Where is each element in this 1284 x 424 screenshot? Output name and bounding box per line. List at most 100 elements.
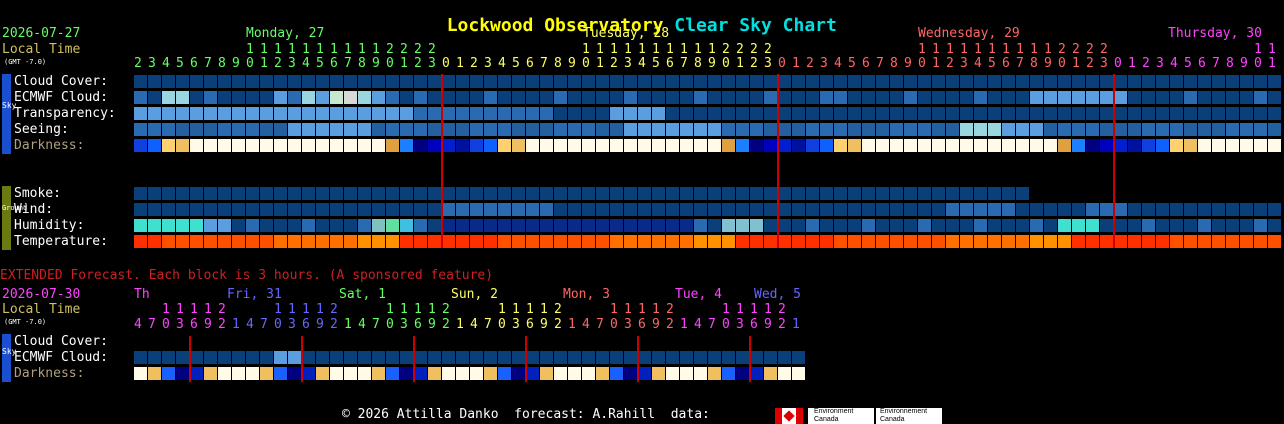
temperature-cell[interactable] <box>862 235 875 248</box>
darkness-cell[interactable] <box>1002 139 1015 152</box>
temperature-cell[interactable] <box>736 235 749 248</box>
temperature-cell[interactable] <box>1198 235 1211 248</box>
darkness-cell[interactable] <box>904 139 917 152</box>
ext-darkness-cell[interactable] <box>400 367 413 380</box>
cloud-cover-cell[interactable] <box>750 75 763 88</box>
seeing-cell[interactable] <box>778 123 791 136</box>
temperature-cell[interactable] <box>302 235 315 248</box>
seeing-cell[interactable] <box>260 123 273 136</box>
darkness-cell[interactable] <box>890 139 903 152</box>
smoke-cell[interactable] <box>358 187 371 200</box>
transparency-cell[interactable] <box>526 107 539 120</box>
humidity-cell[interactable] <box>806 219 819 232</box>
humidity-cell[interactable] <box>792 219 805 232</box>
seeing-cell[interactable] <box>218 123 231 136</box>
wind-cell[interactable] <box>596 203 609 216</box>
transparency-cell[interactable] <box>918 107 931 120</box>
ecmwf-cloud-cell[interactable] <box>358 91 371 104</box>
wind-cell[interactable] <box>190 203 203 216</box>
temperature-cell[interactable] <box>568 235 581 248</box>
smoke-cell[interactable] <box>596 187 609 200</box>
temperature-cell[interactable] <box>1254 235 1267 248</box>
darkness-cell[interactable] <box>330 139 343 152</box>
temperature-cell[interactable] <box>148 235 161 248</box>
cloud-cover-cell[interactable] <box>708 75 721 88</box>
temperature-cell[interactable] <box>624 235 637 248</box>
ecmwf-cloud-cell[interactable] <box>470 91 483 104</box>
darkness-cell[interactable] <box>232 139 245 152</box>
ext-ecmwf-cloud-cell[interactable] <box>316 351 329 364</box>
ecmwf-cloud-cell[interactable] <box>666 91 679 104</box>
wind-cell[interactable] <box>288 203 301 216</box>
cloud-cover-cell[interactable] <box>1002 75 1015 88</box>
darkness-cell[interactable] <box>260 139 273 152</box>
humidity-cell[interactable] <box>1184 219 1197 232</box>
smoke-cell[interactable] <box>806 187 819 200</box>
ext-ecmwf-cloud-cell[interactable] <box>400 351 413 364</box>
ext-ecmwf-cloud-cell[interactable] <box>442 351 455 364</box>
ecmwf-cloud-cell[interactable] <box>834 91 847 104</box>
temperature-cell[interactable] <box>974 235 987 248</box>
cloud-cover-cell[interactable] <box>890 75 903 88</box>
ext-ecmwf-cloud-cell[interactable] <box>134 351 147 364</box>
ecmwf-cloud-cell[interactable] <box>806 91 819 104</box>
transparency-cell[interactable] <box>218 107 231 120</box>
darkness-cell[interactable] <box>666 139 679 152</box>
cloud-cover-cell[interactable] <box>1030 75 1043 88</box>
ext-ecmwf-cloud-cell[interactable] <box>246 351 259 364</box>
transparency-cell[interactable] <box>1114 107 1127 120</box>
temperature-cell[interactable] <box>834 235 847 248</box>
darkness-cell[interactable] <box>316 139 329 152</box>
temperature-cell[interactable] <box>1142 235 1155 248</box>
wind-cell[interactable] <box>428 203 441 216</box>
temperature-cell[interactable] <box>246 235 259 248</box>
wind-cell[interactable] <box>694 203 707 216</box>
wind-cell[interactable] <box>1226 203 1239 216</box>
ext-darkness-cell[interactable] <box>456 367 469 380</box>
smoke-cell[interactable] <box>526 187 539 200</box>
seeing-cell[interactable] <box>960 123 973 136</box>
ecmwf-cloud-cell[interactable] <box>624 91 637 104</box>
ext-ecmwf-cloud-cell[interactable] <box>218 351 231 364</box>
humidity-cell[interactable] <box>680 219 693 232</box>
humidity-cell[interactable] <box>1198 219 1211 232</box>
wind-cell[interactable] <box>218 203 231 216</box>
seeing-cell[interactable] <box>1086 123 1099 136</box>
transparency-cell[interactable] <box>1240 107 1253 120</box>
seeing-cell[interactable] <box>190 123 203 136</box>
cloud-cover-cell[interactable] <box>540 75 553 88</box>
ecmwf-cloud-cell[interactable] <box>554 91 567 104</box>
ext-ecmwf-cloud-cell[interactable] <box>722 351 735 364</box>
ecmwf-cloud-cell[interactable] <box>1016 91 1029 104</box>
smoke-cell[interactable] <box>904 187 917 200</box>
temperature-cell[interactable] <box>1128 235 1141 248</box>
ext-ecmwf-cloud-cell[interactable] <box>540 351 553 364</box>
seeing-cell[interactable] <box>1268 123 1281 136</box>
smoke-cell[interactable] <box>414 187 427 200</box>
cloud-cover-cell[interactable] <box>722 75 735 88</box>
cloud-cover-cell[interactable] <box>848 75 861 88</box>
transparency-cell[interactable] <box>162 107 175 120</box>
humidity-cell[interactable] <box>540 219 553 232</box>
smoke-cell[interactable] <box>960 187 973 200</box>
cloud-cover-cell[interactable] <box>204 75 217 88</box>
ext-darkness-cell[interactable] <box>792 367 805 380</box>
ext-ecmwf-cloud-cell[interactable] <box>428 351 441 364</box>
smoke-cell[interactable] <box>400 187 413 200</box>
ext-darkness-cell[interactable] <box>610 367 623 380</box>
seeing-cell[interactable] <box>512 123 525 136</box>
darkness-cell[interactable] <box>1030 139 1043 152</box>
seeing-cell[interactable] <box>820 123 833 136</box>
darkness-cell[interactable] <box>750 139 763 152</box>
ext-darkness-cell[interactable] <box>246 367 259 380</box>
humidity-cell[interactable] <box>974 219 987 232</box>
wind-cell[interactable] <box>1128 203 1141 216</box>
cloud-cover-cell[interactable] <box>344 75 357 88</box>
temperature-cell[interactable] <box>946 235 959 248</box>
ecmwf-cloud-cell[interactable] <box>1002 91 1015 104</box>
environment-canada-badge[interactable]: Environment Canada <box>808 408 874 424</box>
humidity-cell[interactable] <box>666 219 679 232</box>
darkness-cell[interactable] <box>1170 139 1183 152</box>
ext-ecmwf-cloud-cell[interactable] <box>414 351 427 364</box>
cloud-cover-cell[interactable] <box>428 75 441 88</box>
